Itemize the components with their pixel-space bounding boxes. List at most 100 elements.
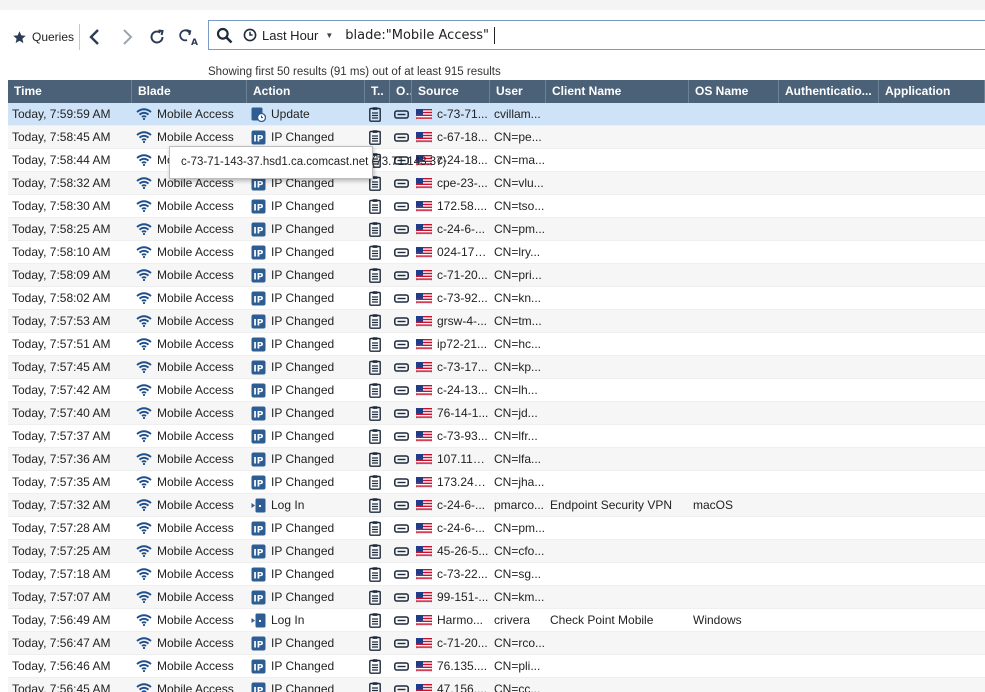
cell-type[interactable] [365,609,390,631]
wifi-icon [136,545,152,557]
table-row[interactable]: Today, 7:58:10 AM Mobile Access IP IP Chang… [8,241,985,264]
cell-application [879,195,985,217]
cell-type[interactable] [365,333,390,355]
table-row[interactable]: Today, 7:56:47 AM Mobile Access IP IP Chang… [8,632,985,655]
cell-type[interactable] [365,379,390,401]
reset-query-button[interactable]: A [178,24,202,50]
queries-button[interactable]: Queries [8,26,78,48]
ip-changed-icon: IP [251,475,266,489]
cell-type[interactable] [365,264,390,286]
cell-type[interactable] [365,195,390,217]
table-row[interactable]: Today, 7:58:45 AM Mobile Access IP IP Chang… [8,126,985,149]
table-row[interactable]: Today, 7:58:09 AM Mobile Access IP IP Chang… [8,264,985,287]
cell-user: pmarco... [494,498,545,512]
cell-client-name [546,563,689,585]
cell-time: Today, 7:58:09 AM [12,268,111,282]
cell-type[interactable] [365,517,390,539]
header-col-blade[interactable]: Blade [132,80,247,103]
forward-button[interactable] [116,24,138,50]
cell-type[interactable] [365,494,390,516]
cell-type[interactable] [365,678,390,692]
table-row[interactable]: Today, 7:56:49 AM Mobile Access Log In Harm… [8,609,985,632]
cell-application [879,103,985,125]
refresh-button[interactable] [146,24,168,50]
back-button[interactable] [84,24,106,50]
header-col-action[interactable]: Action [247,80,365,103]
cell-type[interactable] [365,425,390,447]
table-row[interactable]: Today, 7:57:28 AM Mobile Access IP IP Chang… [8,517,985,540]
table-row[interactable]: Today, 7:57:37 AM Mobile Access IP IP Chang… [8,425,985,448]
cell-type[interactable] [365,632,390,654]
cell-source: 99-151-... [412,586,490,608]
cell-type[interactable] [365,287,390,309]
cell-type[interactable] [365,586,390,608]
table-row[interactable]: Today, 7:57:07 AM Mobile Access IP IP Chang… [8,586,985,609]
table-row[interactable]: Today, 7:58:30 AM Mobile Access IP IP Chang… [8,195,985,218]
table-row[interactable]: Today, 7:57:18 AM Mobile Access IP IP Chang… [8,563,985,586]
header-col-client-name[interactable]: Client Name [546,80,689,103]
table-row[interactable]: Today, 7:57:40 AM Mobile Access IP IP Chang… [8,402,985,425]
header-col-type[interactable]: T.. [365,80,390,103]
cell-type[interactable] [365,563,390,585]
cell-application [879,471,985,493]
cell-type[interactable] [365,103,390,125]
table-row[interactable]: Today, 7:57:35 AM Mobile Access IP IP Chang… [8,471,985,494]
cell-time: Today, 7:56:47 AM [12,636,111,650]
table-row[interactable]: Today, 7:56:46 AM Mobile Access IP IP Chang… [8,655,985,678]
log-document-icon [369,336,381,352]
header-col-authentication[interactable]: Authenticatio... [779,80,879,103]
cell-type[interactable] [365,471,390,493]
header-col-os-name[interactable]: OS Name [689,80,779,103]
cell-type[interactable] [365,540,390,562]
cell-type[interactable] [365,310,390,332]
cell-source: ip72-21... [412,333,490,355]
table-row[interactable]: Today, 7:59:59 AM Mobile Access Update c-73… [8,103,985,126]
cell-authentication [779,310,879,332]
table-row[interactable]: Today, 7:57:51 AM Mobile Access IP IP Chang… [8,333,985,356]
time-range-dropdown[interactable]: Last Hour ▼ [239,21,339,49]
cell-time: Today, 7:56:46 AM [12,659,111,673]
cell-action: IPIP Changed [247,448,365,470]
us-flag-icon [416,269,432,281]
cell-user: CN=sg... [494,567,542,581]
cell-type[interactable] [365,402,390,424]
table-row[interactable]: Today, 7:58:25 AM Mobile Access IP IP Chang… [8,218,985,241]
log-document-icon [369,428,381,444]
cell-type[interactable] [365,655,390,677]
table-row[interactable]: Today, 7:56:45 AM Mobile Access IP IP Chang… [8,678,985,692]
cell-time: Today, 7:57:53 AM [12,314,111,328]
cell-source: c-73-93... [412,425,490,447]
cell-origin [390,379,412,401]
query-input[interactable]: blade:"Mobile Access" [345,28,489,43]
cell-user: CN=vlu... [494,176,544,190]
table-row[interactable]: Today, 7:58:44 AMMobile AccessIPIP Chang… [8,149,985,172]
cell-blade: Mobile Access [132,310,247,332]
query-search-box[interactable]: Last Hour ▼ blade:"Mobile Access" [208,20,985,50]
cell-client-name [546,241,689,263]
cell-type[interactable] [365,356,390,378]
header-col-origin[interactable]: O.. [390,80,412,103]
log-document-icon [369,129,381,145]
header-col-application[interactable]: Application [879,80,985,103]
cell-type[interactable] [365,448,390,470]
header-col-user[interactable]: User [490,80,546,103]
cell-type[interactable] [365,218,390,240]
table-row[interactable]: Today, 7:57:42 AM Mobile Access IP IP Chang… [8,379,985,402]
table-row[interactable]: Today, 7:57:32 AM Mobile Access Log In c-24… [8,494,985,517]
wifi-icon [136,384,152,396]
wifi-icon [136,568,152,580]
cell-blade: Mobile Access [132,103,247,125]
cell-user: CN=jd... [494,406,538,420]
cell-type[interactable] [365,241,390,263]
table-row[interactable]: Today, 7:57:45 AM Mobile Access IP IP Chang… [8,356,985,379]
table-row[interactable]: Today, 7:58:32 AM Mobile Access IP IP Chang… [8,172,985,195]
cell-os-name: macOS [693,498,734,512]
header-col-time[interactable]: Time [8,80,132,103]
cell-type[interactable] [365,126,390,148]
header-col-source[interactable]: Source [412,80,490,103]
table-row[interactable]: Today, 7:57:25 AM Mobile Access IP IP Chang… [8,540,985,563]
cell-client-name: Endpoint Security VPN [550,498,673,512]
table-row[interactable]: Today, 7:57:36 AM Mobile Access IP IP Chang… [8,448,985,471]
table-row[interactable]: Today, 7:58:02 AM Mobile Access IP IP Chang… [8,287,985,310]
table-row[interactable]: Today, 7:57:53 AM Mobile Access IP IP Chang… [8,310,985,333]
